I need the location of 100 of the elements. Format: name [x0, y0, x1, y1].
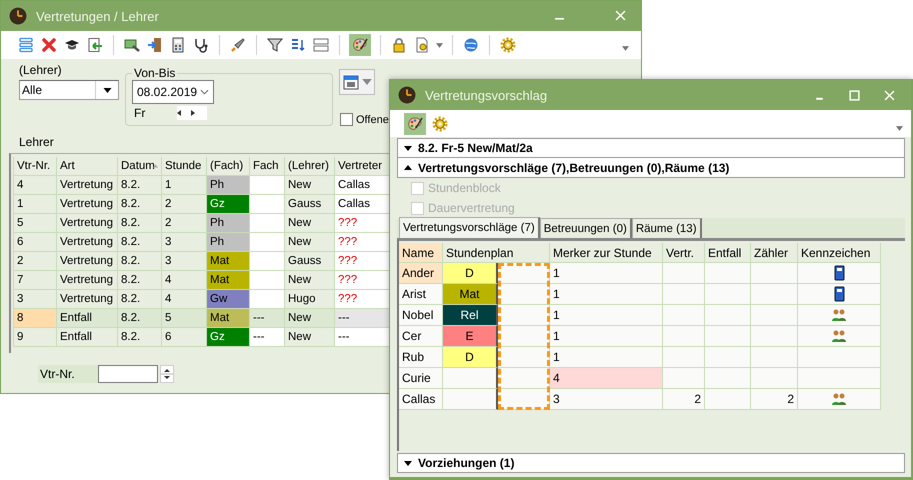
column-header[interactable]: Vtr-Nr.	[14, 157, 57, 176]
column-header[interactable]: Stunde	[162, 157, 207, 176]
tab[interactable]: Betreuungen (0)	[540, 218, 632, 238]
stethoscope-icon[interactable]	[193, 37, 209, 53]
table-cell: 1	[14, 195, 57, 214]
open-checkbox[interactable]: Offene	[340, 113, 389, 126]
table-cell	[250, 252, 285, 271]
table-cell: ---	[250, 309, 285, 328]
table-cell: 7	[14, 271, 57, 290]
sort-icon[interactable]	[290, 37, 306, 53]
table-cell: 1	[550, 347, 663, 368]
table-cell	[250, 290, 285, 309]
list-icon[interactable]	[18, 37, 34, 53]
triangle-icon	[404, 460, 412, 466]
table-cell: 8.2.	[118, 233, 162, 252]
table-cell: Vertretung	[57, 290, 118, 309]
table-cell: ???	[335, 233, 390, 252]
section-header[interactable]: 8.2. Fr-5 New/Mat/2a	[397, 138, 905, 158]
table-cell: Vertretung	[57, 233, 118, 252]
group-label: Von-Bis	[133, 66, 176, 80]
table-cell: Ph	[207, 233, 250, 252]
column-header[interactable]: Kennzeichen	[798, 243, 881, 263]
table-cell: New	[285, 214, 335, 233]
calculator-icon[interactable]	[170, 37, 186, 53]
table-cell: Vertretung	[57, 195, 118, 214]
window-title: Vertretungsvorschlag	[425, 88, 548, 102]
table-cell	[751, 368, 798, 389]
table-cell: E	[443, 326, 498, 347]
delete-icon[interactable]	[41, 37, 57, 53]
notepad-icon[interactable]	[87, 37, 103, 53]
sort-arrow-icon	[152, 164, 158, 168]
table-cell: 8	[14, 309, 57, 328]
table-cell: 1	[162, 176, 207, 195]
column-header[interactable]: Zähler	[751, 243, 798, 263]
triangle-icon	[404, 146, 412, 150]
window-title: Vertretungen / Lehrer	[36, 8, 159, 24]
palette-button[interactable]	[404, 112, 426, 134]
column-header[interactable]: Entfall	[705, 243, 751, 263]
table-cell: 5	[162, 309, 207, 328]
table-cell	[250, 233, 285, 252]
lock-icon[interactable]	[391, 37, 407, 53]
table-cell	[443, 389, 498, 410]
table-cell: Ander	[399, 263, 443, 284]
table-cell: 8.2.	[118, 195, 162, 214]
table-cell	[498, 368, 550, 389]
table-cell	[663, 263, 705, 284]
column-header[interactable]: Datum	[118, 157, 162, 176]
table-cell	[250, 214, 285, 233]
calendar-button[interactable]	[339, 69, 375, 95]
arrows-icon[interactable]	[177, 110, 196, 116]
tab[interactable]: Räume (13)	[632, 218, 702, 238]
table-cell: New	[285, 233, 335, 252]
globe-icon[interactable]	[463, 37, 479, 53]
caret-icon[interactable]	[102, 88, 112, 92]
maximize-icon[interactable]	[849, 90, 860, 100]
table-cell	[498, 347, 550, 368]
table-cell: Mat	[207, 252, 250, 271]
table-cell: 9	[14, 328, 57, 347]
gear-icon[interactable]	[500, 37, 516, 53]
table-cell: 8.2.	[118, 176, 162, 195]
tab[interactable]: Vertretungsvorschläge (7)	[399, 217, 540, 238]
table-cell: 2	[162, 214, 207, 233]
column-header[interactable]: Stundenplan	[443, 243, 550, 263]
column-header[interactable]: Fach	[250, 157, 285, 176]
table-cell: ---	[335, 309, 390, 328]
day-stepper[interactable]	[177, 106, 208, 120]
table-cell: 4	[162, 271, 207, 290]
column-header[interactable]: (Fach)	[207, 157, 250, 176]
filter-icon[interactable]	[267, 37, 283, 53]
table-cell	[705, 347, 751, 368]
column-header[interactable]: Name	[399, 243, 443, 263]
table-cell: 2	[14, 252, 57, 271]
close-icon[interactable]	[615, 10, 626, 21]
table-cell: ???	[335, 290, 390, 309]
column-header[interactable]: Art	[57, 157, 118, 176]
number-field[interactable]	[98, 365, 158, 383]
clock-icon	[9, 7, 27, 25]
table-cell: 3	[550, 389, 663, 410]
gear-icon[interactable]	[432, 116, 448, 132]
table-cell: 4	[550, 368, 663, 389]
table-cell: 2	[663, 389, 705, 410]
column-header[interactable]: Vertr.	[663, 243, 705, 263]
table-cell: 8.2.	[118, 309, 162, 328]
teacher-dropdown[interactable]: Alle	[19, 80, 119, 100]
section-header[interactable]: Vertretungsvorschläge (7),Betreuungen (0),Räume (13)	[397, 158, 905, 178]
grid-icon[interactable]	[313, 37, 329, 53]
section-header[interactable]: Vorziehungen (1)	[397, 453, 905, 473]
table-cell: 2	[162, 195, 207, 214]
date-field[interactable]: 08.02.2019	[132, 80, 214, 104]
door-icon[interactable]	[147, 37, 163, 53]
chevron-icon[interactable]	[200, 89, 209, 95]
table-cell: Arist	[399, 284, 443, 305]
palette-button[interactable]	[349, 34, 371, 56]
column-header[interactable]: (Lehrer)	[285, 157, 335, 176]
table-cell	[250, 176, 285, 195]
table-cell: 8.2.	[118, 290, 162, 309]
table-cell: Entfall	[57, 328, 118, 347]
close-icon[interactable]	[884, 90, 895, 100]
column-header[interactable]: Merker zur Stunde	[550, 243, 663, 263]
table-cell: Gz	[207, 195, 250, 214]
